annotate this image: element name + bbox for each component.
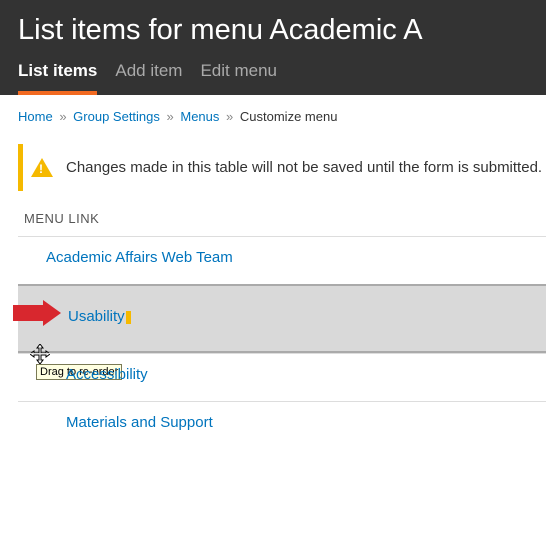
breadcrumb-sep: » [167, 109, 174, 124]
warning-text: Changes made in this table will not be s… [66, 159, 542, 176]
table-row[interactable]: Usability Drag to re-order [18, 284, 546, 353]
menu-link[interactable]: Materials and Support [66, 414, 213, 431]
breadcrumb-sep: » [59, 109, 66, 124]
tab-list-items[interactable]: List items [18, 61, 97, 95]
warning-message: Changes made in this table will not be s… [18, 144, 546, 191]
menu-link[interactable]: Academic Affairs Web Team [46, 249, 233, 266]
tab-edit-menu[interactable]: Edit menu [200, 61, 277, 95]
change-marker-icon [126, 311, 131, 324]
page-title: List items for menu Academic A [18, 14, 528, 47]
table-row[interactable]: Accessibility [18, 353, 546, 401]
menu-link[interactable]: Usability [68, 308, 125, 325]
table-row[interactable]: Materials and Support [18, 401, 546, 449]
tab-add-item[interactable]: Add item [115, 61, 182, 95]
menu-link[interactable]: Accessibility [66, 366, 148, 383]
breadcrumb: Home » Group Settings » Menus » Customiz… [18, 109, 528, 124]
breadcrumb-menus[interactable]: Menus [180, 109, 219, 124]
breadcrumb-home[interactable]: Home [18, 109, 53, 124]
table-row[interactable]: Academic Affairs Web Team [18, 236, 546, 284]
tabs: List items Add item Edit menu [18, 61, 528, 95]
warning-icon [31, 158, 53, 177]
column-header-menu-link: MENU LINK [18, 211, 546, 236]
breadcrumb-current: Customize menu [240, 109, 338, 124]
breadcrumb-sep: » [226, 109, 233, 124]
breadcrumb-group-settings[interactable]: Group Settings [73, 109, 160, 124]
